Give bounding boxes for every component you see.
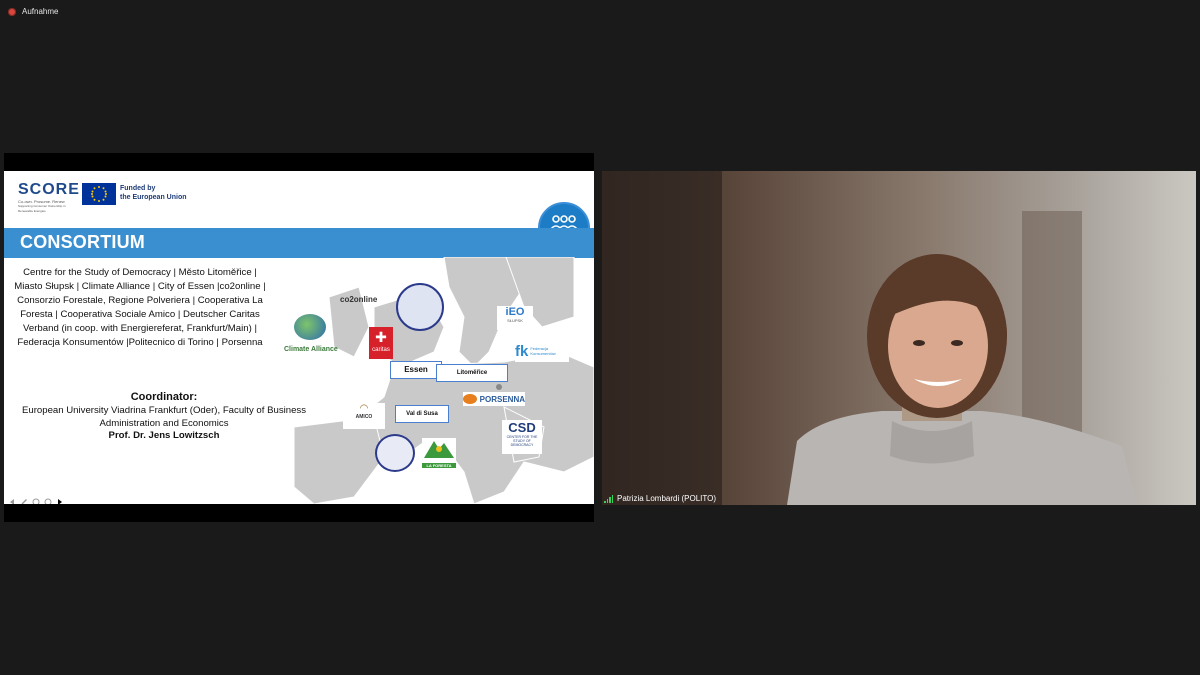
porsenna-logo: PORSENNA — [463, 392, 525, 406]
co2online-logo: co2online — [340, 295, 378, 304]
eu-funding-text: Funded by the European Union — [120, 184, 187, 202]
ieo-label: iEO — [505, 306, 525, 318]
politecnico-seal-logo — [375, 434, 415, 472]
csd-label: CSD — [508, 420, 536, 435]
caritas-cross-icon: ✚ — [375, 329, 387, 345]
csd-sub: CENTER FOR THE STUDY OF DEMOCRACY — [506, 435, 538, 447]
city-val-di-susa-box: Val di Susa — [395, 405, 449, 423]
city-essen-label: Essen — [404, 365, 428, 374]
eu-flag-icon — [82, 183, 116, 205]
la-foresta-logo: LA FORESTA — [422, 438, 456, 468]
score-brand: SCORE — [18, 181, 80, 198]
participant-video-tile[interactable]: Patrizia Lombardi (POLITO) — [602, 171, 1196, 505]
recording-label: Aufnahme — [22, 7, 59, 16]
slide-toolbar — [8, 498, 64, 504]
score-logo: SCORE Co-own. Prosume. Renew Supporting … — [18, 181, 80, 213]
fk-sub: Federacja Konsumentów — [530, 346, 556, 356]
porsenna-label: PORSENNA — [479, 394, 525, 404]
mountain-icon — [424, 441, 454, 458]
consortium-banner: CONSORTIUM — [4, 228, 594, 258]
ieo-sub: SŁUPSK — [507, 318, 523, 323]
presentation-slide: SCORE Co-own. Prosume. Renew Supporting … — [4, 171, 594, 504]
coordinator-heading: Coordinator: — [14, 391, 314, 403]
climate-alliance-logo — [294, 314, 326, 340]
eu-line1: Funded by — [120, 185, 156, 192]
caritas-logo: ✚ caritas — [369, 327, 393, 359]
consortium-members-text: Centre for the Study of Democracy | Měst… — [14, 267, 266, 348]
university-seal-logo — [396, 283, 444, 331]
previous-slide-icon[interactable] — [8, 498, 16, 504]
participant-name-tag: Patrizia Lombardi (POLITO) — [604, 494, 716, 503]
recording-indicator[interactable]: Aufnahme — [8, 7, 58, 16]
fk-logo: fk Federacja Konsumentów — [515, 340, 569, 362]
zoom-icon[interactable] — [44, 498, 52, 504]
fk-label: fk — [515, 342, 529, 360]
caritas-label: caritas — [372, 347, 390, 353]
city-essen-box: Essen — [390, 361, 442, 379]
pen-icon[interactable] — [20, 498, 28, 504]
amico-logo: ◠ AMICO — [343, 403, 385, 429]
next-slide-icon[interactable] — [56, 498, 64, 504]
shared-screen-tile[interactable]: SCORE Co-own. Prosume. Renew Supporting … — [4, 153, 594, 522]
amico-mark-icon: ◠ — [359, 403, 369, 414]
city-litomerice-label: Litoměřice — [456, 370, 488, 376]
coordinator-organization: European University Viadrina Frankfurt (… — [21, 405, 307, 429]
porsenna-mark-icon — [463, 394, 477, 404]
coordinator-label: Coordinator — [130, 391, 194, 403]
climate-alliance-label: Climate Alliance — [284, 346, 338, 353]
participant-video-feed — [602, 171, 1196, 505]
slides-grid-icon[interactable] — [32, 498, 40, 504]
ieo-logo: iEO SŁUPSK — [497, 306, 533, 330]
city-litomerice-box: Litoměřice — [436, 364, 508, 382]
la-foresta-label: LA FORESTA — [422, 463, 456, 468]
score-subtagline: Supporting Consumer Ownership in Renewab… — [18, 204, 66, 213]
amico-label: AMICO — [355, 414, 373, 420]
slide-title: CONSORTIUM — [20, 232, 145, 252]
csd-logo: CSD CENTER FOR THE STUDY OF DEMOCRACY — [502, 420, 542, 454]
participant-name: Patrizia Lombardi (POLITO) — [617, 494, 716, 503]
recording-dot-icon — [8, 7, 16, 16]
coordinator-name: Prof. Dr. Jens Lowitzsch — [108, 430, 220, 441]
city-val-di-susa-label: Val di Susa — [406, 411, 438, 417]
eu-line2: the European Union — [120, 194, 187, 201]
coordinator-colon: : — [193, 391, 198, 403]
signal-bars-icon — [604, 494, 613, 503]
